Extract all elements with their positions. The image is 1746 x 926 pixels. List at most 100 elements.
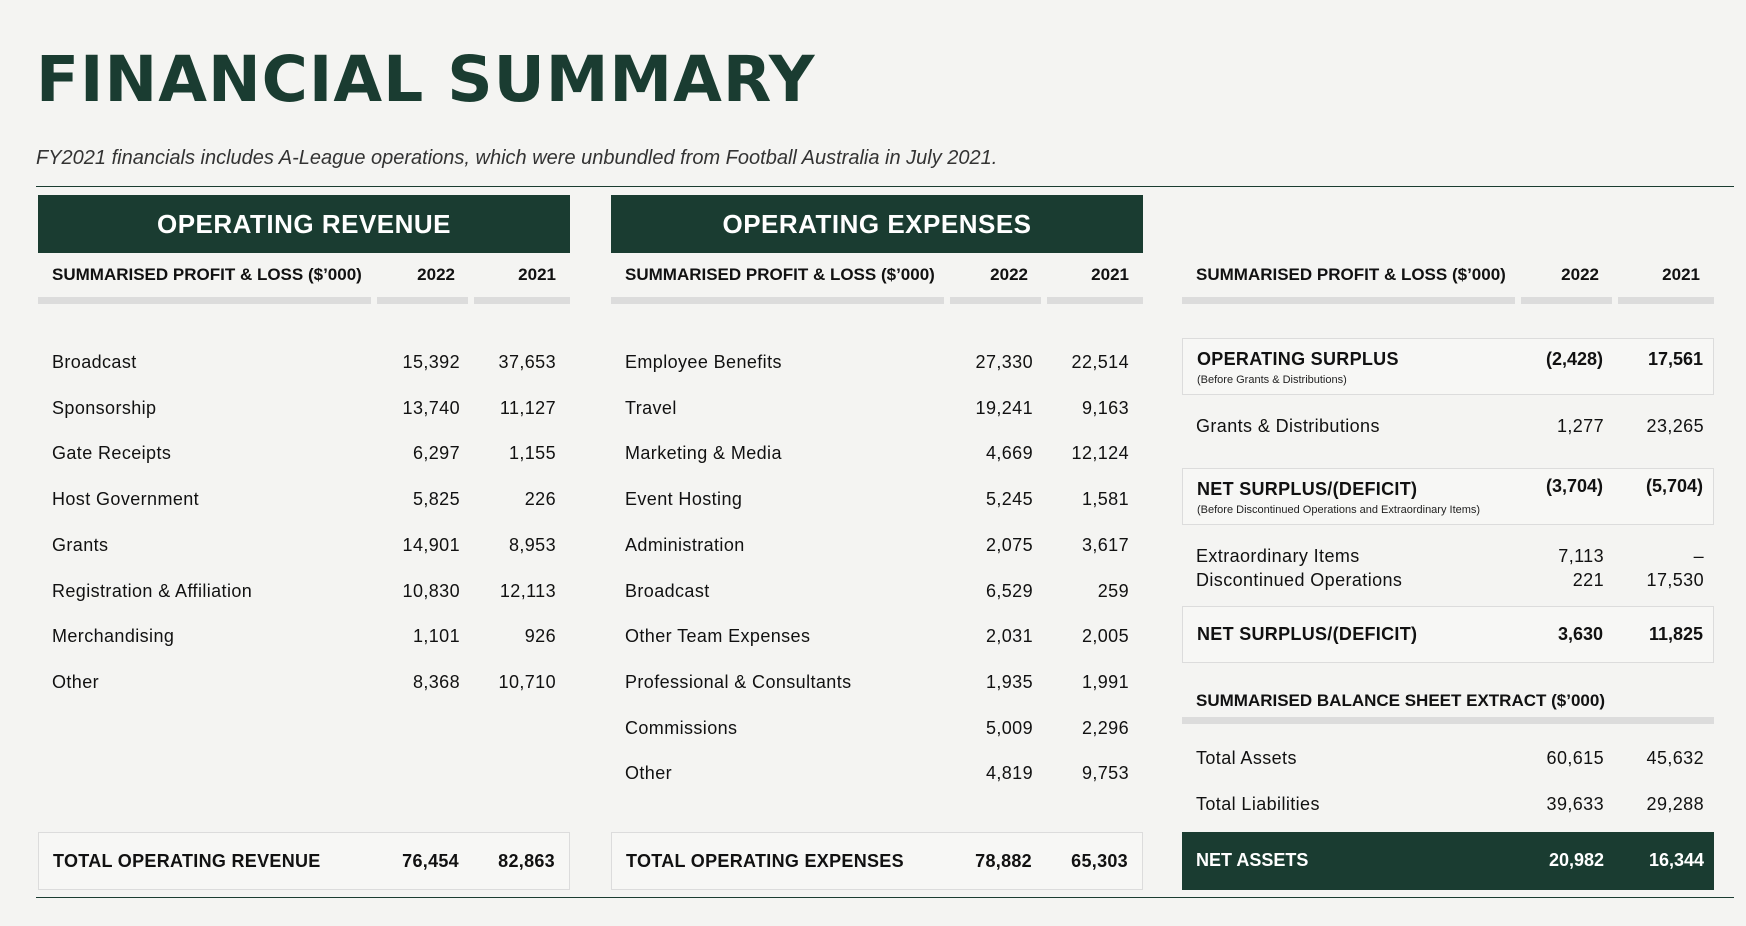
operating-revenue-panel: OPERATING REVENUE SUMMARISED PROFIT & LO… [38,195,570,890]
net-surplus-before-label: NET SURPLUS/(DEFICIT) [1197,479,1418,499]
row-v2022: 1,101 [412,626,460,647]
table-row: Employee Benefits 27,330 22,514 [611,348,1143,378]
row-label: Host Government [52,489,200,510]
revenue-header-2021: 2021 [518,265,556,284]
net-surplus-before-2021: (5,704) [1645,476,1703,496]
row-v2021: 1,991 [1081,671,1129,692]
row-v2022: 14,901 [402,534,460,555]
row-2022: 7,113 [1558,546,1604,566]
row-label: Total Liabilities [1196,794,1320,814]
net-assets-2021: 16,344 [1648,850,1704,870]
row-v2022: 5,245 [985,489,1033,510]
table-row: Other 4,819 9,753 [611,759,1143,789]
row-2022: 221 [1572,570,1604,590]
row-v2021: 11,127 [499,397,556,418]
grants-distributions-row: Grants & Distributions 1,277 23,265 [1182,412,1714,442]
row-v2021: 9,163 [1081,397,1129,418]
row-v2022: 4,819 [985,763,1033,784]
table-row: Other 8,368 10,710 [38,668,570,698]
row-label: Other [625,763,673,784]
row-label: Merchandising [52,626,175,647]
row-2021: 45,632 [1646,748,1704,768]
row-v2021: 9,753 [1081,763,1129,784]
row-label: Other [52,671,100,692]
row-label: Travel [625,397,677,418]
summary-header-2021: 2021 [1662,265,1700,284]
row-v2022: 6,529 [985,580,1033,601]
expenses-header-2021: 2021 [1091,265,1129,284]
row-v2021: 1,155 [508,443,556,464]
net-surplus-label: NET SURPLUS/(DEFICIT) [1197,624,1418,644]
row-v2022: 5,009 [985,717,1033,738]
bottom-divider [36,897,1734,898]
row-label: Employee Benefits [625,352,782,372]
row-label: Registration & Affiliation [52,580,253,601]
row-v2021: 22,514 [1071,352,1129,372]
row-v2022: 2,075 [985,534,1033,555]
row-2021: 23,265 [1646,416,1704,436]
operating-surplus-box: OPERATING SURPLUS (Before Grants & Distr… [1182,338,1714,395]
total-liabilities-row: Total Liabilities 39,633 29,288 [1182,790,1714,820]
summary-panel: SUMMARISED PROFIT & LOSS ($’000) 2022 20… [1182,195,1714,890]
row-v2022: 6,297 [412,443,460,464]
top-divider [36,186,1734,187]
table-row: Administration 2,075 3,617 [611,531,1143,561]
row-v2021: 12,124 [1071,443,1129,464]
expenses-header-2022: 2022 [990,265,1028,284]
table-row: Host Government 5,825 226 [38,485,570,515]
table-row: Broadcast 15,392 37,653 [38,348,570,378]
row-2022: 60,615 [1546,748,1604,768]
row-label: Marketing & Media [625,443,782,464]
total-assets-row: Total Assets 60,615 45,632 [1182,744,1714,774]
net-surplus-before-2022: (3,704) [1545,476,1603,496]
operating-surplus-label: OPERATING SURPLUS [1197,349,1399,369]
row-v2021: 12,113 [499,580,556,601]
net-surplus-before-box: NET SURPLUS/(DEFICIT) (Before Discontinu… [1182,468,1714,525]
row-v2021: 10,710 [498,671,556,692]
row-v2021: 259 [1097,580,1129,601]
table-row: Grants 14,901 8,953 [38,531,570,561]
row-v2022: 2,031 [985,626,1033,647]
row-label: Grants & Distributions [1196,416,1380,436]
operating-expenses-panel: OPERATING EXPENSES SUMMARISED PROFIT & L… [611,195,1143,890]
row-label: Other Team Expenses [625,626,811,647]
row-v2022: 13,740 [402,397,460,418]
row-label: Event Hosting [625,489,743,510]
row-v2022: 1,935 [985,671,1033,692]
row-2022: 1,277 [1556,416,1604,436]
net-assets-2022: 20,982 [1548,850,1604,870]
total-label: TOTAL OPERATING REVENUE [53,851,321,871]
row-v2022: 27,330 [975,352,1033,372]
row-label: Grants [52,534,109,555]
operating-expenses-banner: OPERATING EXPENSES [611,195,1143,253]
row-v2022: 19,241 [975,397,1033,418]
total-2022: 76,454 [402,851,459,871]
total-2021: 65,303 [1071,851,1128,871]
row-label: Broadcast [52,352,137,372]
net-surplus-before-note: (Before Discontinued Operations and Extr… [1197,504,1481,516]
row-label: Total Assets [1196,748,1297,768]
revenue-header-label: SUMMARISED PROFIT & LOSS ($’000) [52,265,362,284]
row-v2021: 37,653 [498,352,556,372]
balance-sheet-title: SUMMARISED BALANCE SHEET EXTRACT ($’000) [1196,691,1605,710]
total-2021: 82,863 [498,851,555,871]
table-row: Sponsorship 13,740 11,127 [38,394,570,424]
row-label: Extraordinary Items [1196,546,1360,566]
row-label: Professional & Consultants [625,671,852,692]
page-subtitle: FY2021 financials includes A-League oper… [36,147,998,169]
table-row: Broadcast 6,529 259 [611,577,1143,607]
row-2021: 17,530 [1646,570,1704,590]
net-surplus-box: NET SURPLUS/(DEFICIT) 3,630 11,825 [1182,606,1714,663]
table-row: Commissions 5,009 2,296 [611,714,1143,744]
total-operating-revenue-row: TOTAL OPERATING REVENUE 76,454 82,863 [38,832,570,890]
table-row: Merchandising 1,101 926 [38,622,570,652]
expenses-header-label: SUMMARISED PROFIT & LOSS ($’000) [625,265,935,284]
row-v2021: 2,005 [1081,626,1129,647]
row-v2021: 926 [524,626,556,647]
row-label: Broadcast [625,580,710,601]
table-row: Marketing & Media 4,669 12,124 [611,439,1143,469]
row-label: Commissions [625,717,738,738]
row-2021: 29,288 [1646,794,1704,814]
summary-header-label: SUMMARISED PROFIT & LOSS ($’000) [1196,265,1506,284]
row-v2021: 226 [524,489,556,510]
